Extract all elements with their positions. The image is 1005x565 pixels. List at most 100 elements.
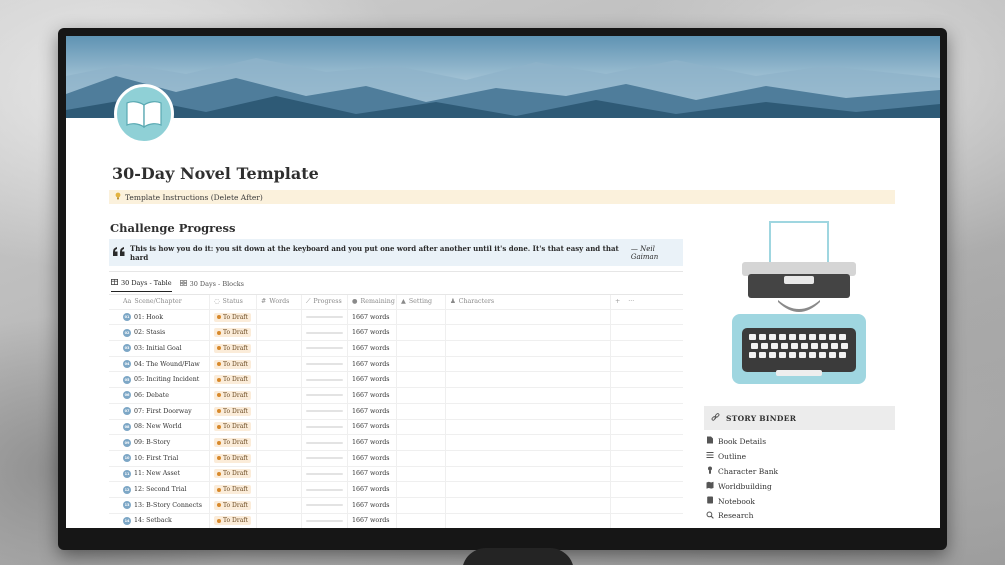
scene-chapter-cell[interactable]: 08 08: New World	[109, 419, 210, 435]
setting-cell[interactable]	[397, 466, 446, 482]
setting-cell[interactable]	[397, 435, 446, 450]
words-cell[interactable]	[257, 450, 302, 466]
table-row[interactable]: 09 09: B-Story To Draft 1667 words	[109, 435, 683, 451]
setting-cell[interactable]	[397, 450, 446, 466]
scene-chapter-cell[interactable]: 12 12: Second Trial	[109, 482, 210, 497]
setting-cell[interactable]	[397, 388, 446, 403]
column-characters[interactable]: ♟ Characters	[446, 295, 611, 309]
characters-cell[interactable]	[446, 325, 611, 341]
scene-chapter-cell[interactable]: 07 07: First Doorway	[109, 403, 210, 419]
words-cell[interactable]	[257, 325, 302, 341]
status-cell[interactable]: To Draft	[210, 497, 257, 513]
words-cell[interactable]	[257, 309, 302, 325]
status-cell[interactable]: To Draft	[210, 388, 257, 403]
column-progress[interactable]: ⟋ Progress	[302, 295, 348, 309]
status-cell[interactable]: To Draft	[210, 325, 257, 341]
words-cell[interactable]	[257, 403, 302, 419]
table-row[interactable]: 12 12: Second Trial To Draft 1667 words	[109, 482, 683, 498]
characters-cell[interactable]	[446, 497, 611, 513]
setting-cell[interactable]	[397, 513, 446, 528]
characters-cell[interactable]	[446, 341, 611, 356]
column-remaining[interactable]: ● Remaining	[348, 295, 397, 309]
tab-30-days-table[interactable]: 30 Days - Table	[111, 279, 172, 292]
characters-cell[interactable]	[446, 419, 611, 435]
scene-chapter-cell[interactable]: 10 10: First Trial	[109, 450, 210, 466]
table-row[interactable]: 07 07: First Doorway To Draft 1667 words	[109, 403, 683, 420]
table-row[interactable]: 13 13: B-Story Connects To Draft 1667 words	[109, 497, 683, 514]
tab-30-days-blocks[interactable]: 30 Days - Blocks	[179, 279, 244, 292]
status-cell[interactable]: To Draft	[210, 435, 257, 450]
words-cell[interactable]	[257, 372, 302, 388]
words-cell[interactable]	[257, 356, 302, 372]
table-row[interactable]: 01 01: Hook To Draft 1667 words	[109, 309, 683, 326]
characters-cell[interactable]	[446, 513, 611, 528]
table-row[interactable]: 10 10: First Trial To Draft 1667 words	[109, 450, 683, 467]
binder-item-outline[interactable]: Outline	[706, 449, 778, 464]
binder-item-book-details[interactable]: Book Details	[706, 434, 778, 449]
table-row[interactable]: 08 08: New World To Draft 1667 words	[109, 419, 683, 436]
scene-chapter-cell[interactable]: 05 05: Inciting Incident	[109, 372, 210, 388]
column-scene-chapter[interactable]: Aa Scene/Chapter	[109, 295, 210, 309]
words-cell[interactable]	[257, 482, 302, 497]
setting-cell[interactable]	[397, 497, 446, 513]
characters-cell[interactable]	[446, 450, 611, 466]
status-cell[interactable]: To Draft	[210, 482, 257, 497]
status-cell[interactable]: To Draft	[210, 372, 257, 388]
binder-item-character-bank[interactable]: Character Bank	[706, 464, 778, 479]
binder-item-notebook[interactable]: Notebook	[706, 494, 778, 509]
scene-chapter-cell[interactable]: 13 13: B-Story Connects	[109, 497, 210, 513]
column-words[interactable]: # Words	[257, 295, 302, 309]
words-cell[interactable]	[257, 419, 302, 435]
characters-cell[interactable]	[446, 466, 611, 482]
status-cell[interactable]: To Draft	[210, 450, 257, 466]
table-row[interactable]: 05 05: Inciting Incident To Draft 1667 word…	[109, 372, 683, 389]
scene-chapter-cell[interactable]: 01 01: Hook	[109, 309, 210, 325]
instructions-toggle[interactable]: Template Instructions (Delete After)	[109, 190, 895, 204]
binder-item-worldbuilding[interactable]: Worldbuilding	[706, 479, 778, 494]
scene-chapter-cell[interactable]: 11 11: New Asset	[109, 466, 210, 482]
setting-cell[interactable]	[397, 309, 446, 325]
table-row[interactable]: 06 06: Debate To Draft 1667 words	[109, 388, 683, 404]
status-cell[interactable]: To Draft	[210, 466, 257, 482]
setting-cell[interactable]	[397, 325, 446, 341]
words-cell[interactable]	[257, 466, 302, 482]
status-cell[interactable]: To Draft	[210, 356, 257, 372]
scene-chapter-cell[interactable]: 06 06: Debate	[109, 388, 210, 403]
characters-cell[interactable]	[446, 388, 611, 403]
setting-cell[interactable]	[397, 356, 446, 372]
status-cell[interactable]: To Draft	[210, 403, 257, 419]
scene-chapter-cell[interactable]: 14 14: Setback	[109, 513, 210, 528]
words-cell[interactable]	[257, 513, 302, 528]
status-cell[interactable]: To Draft	[210, 513, 257, 528]
characters-cell[interactable]	[446, 482, 611, 497]
characters-cell[interactable]	[446, 435, 611, 450]
table-row[interactable]: 14 14: Setback To Draft 1667 words	[109, 513, 683, 528]
status-cell[interactable]: To Draft	[210, 341, 257, 356]
column-setting[interactable]: ▲ Setting	[397, 295, 446, 309]
setting-cell[interactable]	[397, 419, 446, 435]
characters-cell[interactable]	[446, 309, 611, 325]
characters-cell[interactable]	[446, 372, 611, 388]
setting-cell[interactable]	[397, 341, 446, 356]
more-options-button[interactable]: ···	[628, 298, 634, 305]
words-cell[interactable]	[257, 341, 302, 356]
words-cell[interactable]	[257, 435, 302, 450]
status-cell[interactable]: To Draft	[210, 419, 257, 435]
column-status[interactable]: ◌ Status	[210, 295, 257, 309]
words-cell[interactable]	[257, 388, 302, 403]
add-column-button[interactable]: +	[615, 298, 620, 305]
book-icon[interactable]	[114, 84, 174, 144]
words-cell[interactable]	[257, 497, 302, 513]
table-row[interactable]: 02 02: Stasis To Draft 1667 words	[109, 325, 683, 342]
scene-chapter-cell[interactable]: 09 09: B-Story	[109, 435, 210, 450]
table-row[interactable]: 11 11: New Asset To Draft 1667 words	[109, 466, 683, 483]
setting-cell[interactable]	[397, 372, 446, 388]
status-cell[interactable]: To Draft	[210, 309, 257, 325]
scene-chapter-cell[interactable]: 03 03: Initial Goal	[109, 341, 210, 356]
characters-cell[interactable]	[446, 356, 611, 372]
setting-cell[interactable]	[397, 482, 446, 497]
scene-chapter-cell[interactable]: 02 02: Stasis	[109, 325, 210, 341]
table-row[interactable]: 03 03: Initial Goal To Draft 1667 words	[109, 341, 683, 357]
table-row[interactable]: 04 04: The Wound/Flaw To Draft 1667 words	[109, 356, 683, 373]
binder-item-research[interactable]: Research	[706, 508, 778, 523]
